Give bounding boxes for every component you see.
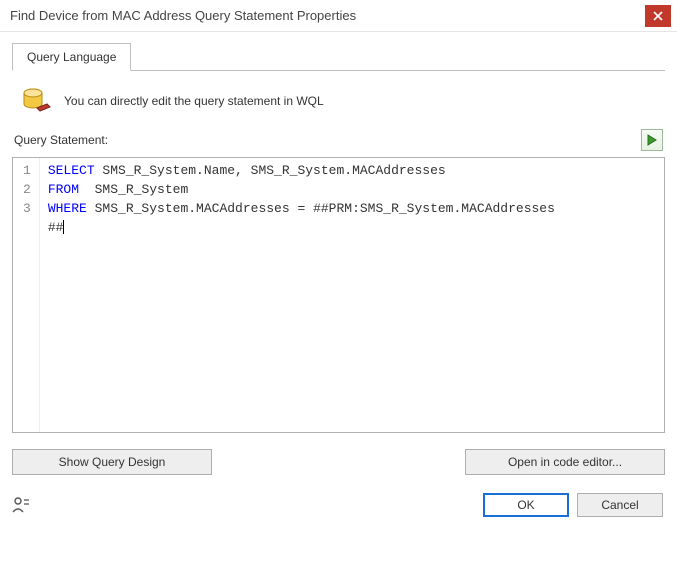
footer-right: OK Cancel [483,493,663,517]
close-button[interactable] [645,5,671,27]
code-text: SMS_R_System.MACAddresses = ##PRM:SMS_R_… [87,201,555,216]
statement-row: Query Statement: [12,129,665,157]
statement-label: Query Statement: [14,133,108,147]
user-interaction-icon [10,494,32,516]
line-gutter: 1 2 3 [13,158,40,432]
tab-query-language[interactable]: Query Language [12,43,131,71]
play-icon [647,134,657,146]
show-query-design-button[interactable]: Show Query Design [12,449,212,475]
info-row: You can directly edit the query statemen… [12,71,665,129]
query-editor[interactable]: 1 2 3 SELECT SMS_R_System.Name, SMS_R_Sy… [12,157,665,433]
keyword-select: SELECT [48,163,95,178]
editor-buttons-row: Show Query Design Open in code editor... [12,449,665,475]
line-number: 3 [23,200,31,219]
titlebar: Find Device from MAC Address Query State… [0,0,677,32]
text-cursor [63,220,64,234]
info-text: You can directly edit the query statemen… [64,94,324,108]
code-text: SMS_R_System [79,182,188,197]
window-title: Find Device from MAC Address Query State… [10,8,356,23]
footer-left [10,494,32,516]
tabstrip: Query Language [12,42,665,71]
close-icon [653,11,663,21]
open-in-code-editor-button[interactable]: Open in code editor... [465,449,665,475]
cancel-button[interactable]: Cancel [577,493,663,517]
ok-button[interactable]: OK [483,493,569,517]
code-text: ## [48,220,64,235]
keyword-where: WHERE [48,201,87,216]
code-text: SMS_R_System.Name, SMS_R_System.MACAddre… [95,163,446,178]
line-number: 2 [23,181,31,200]
keyword-from: FROM [48,182,79,197]
code-area[interactable]: SELECT SMS_R_System.Name, SMS_R_System.M… [40,158,563,432]
line-number: 1 [23,162,31,181]
database-edit-icon [20,85,52,117]
dialog-body: Query Language You can directly edit the… [0,32,677,483]
dialog-footer: OK Cancel [0,483,677,527]
run-query-button[interactable] [641,129,663,151]
